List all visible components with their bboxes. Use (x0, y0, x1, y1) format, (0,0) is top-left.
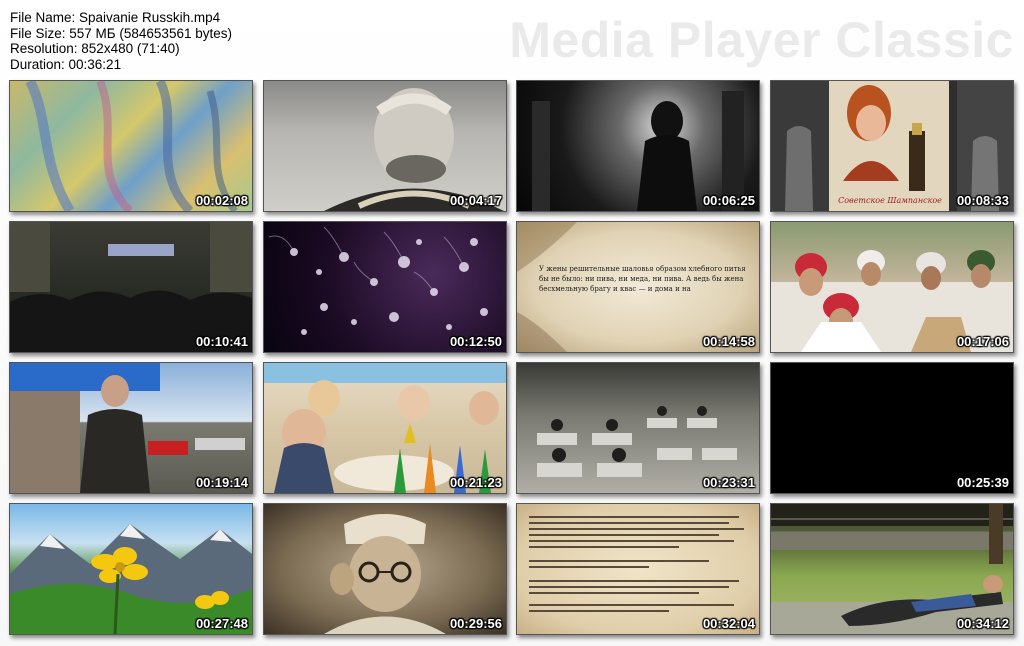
parchment-text: У жены решительные шаловья образом хлебн… (539, 265, 746, 293)
timestamp: 00:06:25 (702, 193, 755, 208)
thumbnail-5[interactable]: 00:10:41 (9, 221, 253, 353)
timestamp: 00:29:56 (449, 616, 502, 631)
thumbnail-grid: 00:02:08 00:04:17 00:06:25 Советское Шам… (0, 0, 1024, 646)
thumbnail-12[interactable]: 00:25:39 (770, 362, 1014, 494)
thumbnail-4[interactable]: Советское Шампанское 00:08:33 (770, 80, 1014, 212)
timestamp: 00:32:04 (702, 616, 755, 631)
thumbnail-6[interactable]: 00:12:50 (263, 221, 507, 353)
thumbnail-3[interactable]: 00:06:25 (516, 80, 760, 212)
thumbnail-1[interactable]: 00:02:08 (9, 80, 253, 212)
timestamp: 00:02:08 (195, 193, 248, 208)
thumbnail-11[interactable]: 00:23:31 (516, 362, 760, 494)
timestamp: 00:34:12 (956, 616, 1009, 631)
timestamp: 00:27:48 (195, 616, 248, 631)
thumbnail-8[interactable]: 00:17:06 (770, 221, 1014, 353)
timestamp: 00:04:17 (449, 193, 502, 208)
timestamp: 00:12:50 (449, 334, 502, 349)
timestamp: 00:23:31 (702, 475, 755, 490)
thumbnail-15[interactable]: 00:32:04 (516, 503, 760, 635)
thumbnail-16[interactable]: 00:34:12 (770, 503, 1014, 635)
timestamp: 00:14:58 (702, 334, 755, 349)
thumbnail-2[interactable]: 00:04:17 (263, 80, 507, 212)
timestamp: 00:21:23 (449, 475, 502, 490)
timestamp: 00:25:39 (956, 475, 1009, 490)
poster-label: Советское Шампанское (838, 196, 942, 205)
timestamp: 00:10:41 (195, 334, 248, 349)
thumbnail-10[interactable]: 00:21:23 (263, 362, 507, 494)
thumbnail-9[interactable]: 00:19:14 (9, 362, 253, 494)
thumbnail-13[interactable]: 00:27:48 (9, 503, 253, 635)
timestamp: 00:08:33 (956, 193, 1009, 208)
timestamp: 00:17:06 (956, 334, 1009, 349)
thumbnail-7[interactable]: У жены решительные шаловья образом хлебн… (516, 221, 760, 353)
thumbnail-14[interactable]: 00:29:56 (263, 503, 507, 635)
timestamp: 00:19:14 (195, 475, 248, 490)
